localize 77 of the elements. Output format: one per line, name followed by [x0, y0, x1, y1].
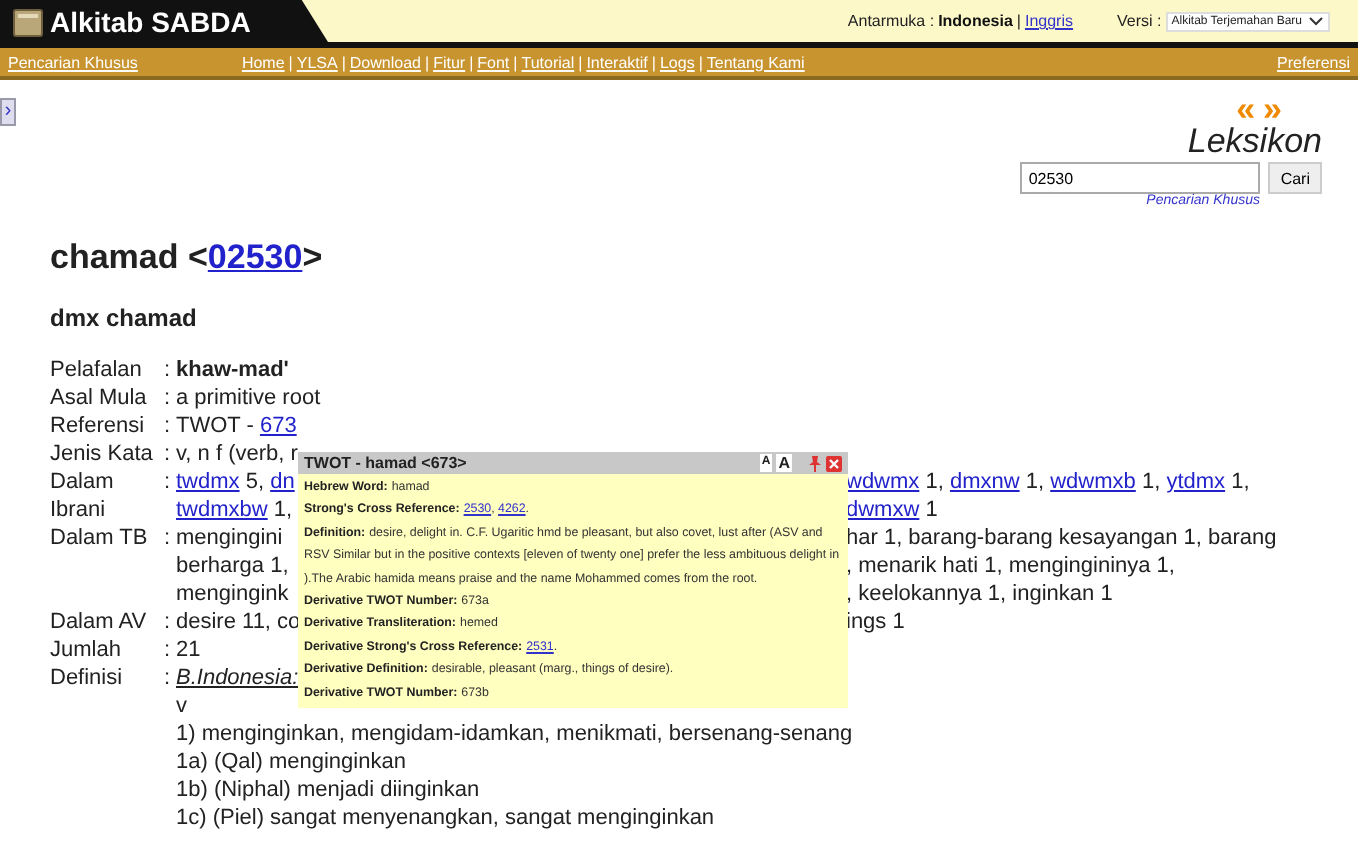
field-value: mengingink	[176, 582, 289, 606]
interface-label: Antarmuka :	[847, 12, 935, 30]
field-value: 1c) (Piel) sangat menyenangkan, sangat menginginkan	[176, 806, 715, 830]
field-value: , menarik hati 1, mengingininya 1,	[846, 552, 1175, 580]
separator-text: |	[698, 53, 703, 71]
field-value: har 1, barang-barang kesayangan 1, barang	[846, 524, 1277, 552]
separator-text: |	[341, 53, 346, 71]
colon-text: :	[164, 384, 173, 412]
field-label: Pelafalan	[50, 356, 144, 384]
pin-icon[interactable]	[808, 455, 822, 471]
field-value: 1) menginginkan, mengidam-idamkan, menikmati, bersenang-senang	[176, 722, 853, 746]
colon-text: :	[164, 356, 173, 384]
field-value: v, n f (verb, r	[176, 442, 298, 466]
colon-text: :	[164, 608, 173, 636]
field-value: khaw-mad'	[176, 358, 289, 382]
language-link[interactable]: Inggris	[1024, 12, 1073, 30]
field-label: Jumlah	[50, 636, 123, 664]
field-value: wdwmx 1, dmxnw 1, wdwmxb 1, ytdmx 1,	[846, 468, 1250, 496]
field-value: TWOT - 673	[176, 414, 297, 438]
book-icon	[12, 5, 44, 37]
separator-text: |	[469, 53, 474, 71]
entry-word: chamad <	[50, 238, 208, 276]
close-icon[interactable]	[826, 455, 842, 471]
separator-text: |	[651, 53, 656, 71]
field-label: Asal Mula	[50, 384, 149, 412]
field-value: 1b) (Niphal) menjadi diinginkan	[176, 778, 480, 802]
colon-text: :	[164, 412, 173, 440]
word-link[interactable]: wdwmxb	[1050, 470, 1136, 494]
field-value: , keelokannya 1, inginkan 1	[846, 580, 1113, 608]
search-field[interactable]: 02530	[1020, 162, 1261, 194]
strong-number-link[interactable]: 02530	[207, 238, 303, 276]
site-title: Alkitab SABDA	[50, 5, 251, 37]
search-button[interactable]: Cari	[1268, 162, 1322, 194]
field-label: Dalam TB	[50, 524, 150, 554]
chevron-down-icon	[1308, 15, 1324, 27]
entry-subtitle: dmx chamad	[50, 304, 197, 332]
separator-text: |	[288, 53, 293, 71]
word-link[interactable]: dmxnw	[949, 470, 1020, 494]
site-logo[interactable]: Alkitab SABDA	[0, 0, 328, 42]
colon-text: :	[164, 524, 173, 554]
field-label: Dalam Ibrani	[50, 468, 116, 524]
lexicon-title: Leksikon	[1187, 122, 1322, 162]
field-label: Definisi	[50, 664, 125, 694]
field-value: twdmxbw 1,	[176, 498, 293, 522]
field-value: v	[176, 694, 187, 718]
word-link[interactable]: 673	[259, 414, 297, 438]
colon-text: :	[164, 636, 173, 664]
field-value: a primitive root	[176, 386, 321, 410]
field-label: Referensi	[50, 412, 147, 440]
separator-text: |	[513, 53, 518, 71]
separator-text: |	[424, 53, 430, 71]
word-link[interactable]: dn	[270, 470, 295, 494]
colon-text: :	[164, 664, 173, 694]
field-value: dwmxw 1	[846, 496, 938, 524]
field-value: 1a) (Qal) menginginkan	[176, 750, 406, 774]
field-label: Jenis Kata	[50, 440, 155, 468]
field-value: twdmx 5, dn	[176, 470, 295, 494]
word-link[interactable]: dwmxw	[846, 498, 920, 522]
bracket-text: >	[302, 238, 323, 276]
word-link[interactable]: ytdmx	[1166, 470, 1226, 494]
separator-text: |	[578, 53, 583, 71]
font-larger-button[interactable]: A	[776, 454, 792, 472]
colon-text: :	[164, 440, 173, 468]
colon-text: :	[164, 468, 173, 498]
popup-title: TWOT - hamad <673>	[304, 454, 467, 472]
word-link[interactable]: twdmx	[176, 470, 240, 494]
separator-text: |	[1016, 12, 1021, 30]
word-link[interactable]: twdmxbw	[176, 498, 268, 522]
field-label: Dalam AV	[50, 608, 149, 636]
sidebar-toggle[interactable]: ›	[0, 98, 16, 126]
version-label: Versi :	[1117, 12, 1162, 30]
word-link[interactable]: wdwmx	[846, 470, 920, 494]
field-value: mengingini	[176, 526, 283, 550]
language-link[interactable]: Indonesia	[938, 12, 1013, 30]
field-value: berharga 1,	[176, 554, 289, 578]
field-value: B.Indonesia:	[176, 666, 299, 690]
field-value: 21	[176, 638, 201, 662]
